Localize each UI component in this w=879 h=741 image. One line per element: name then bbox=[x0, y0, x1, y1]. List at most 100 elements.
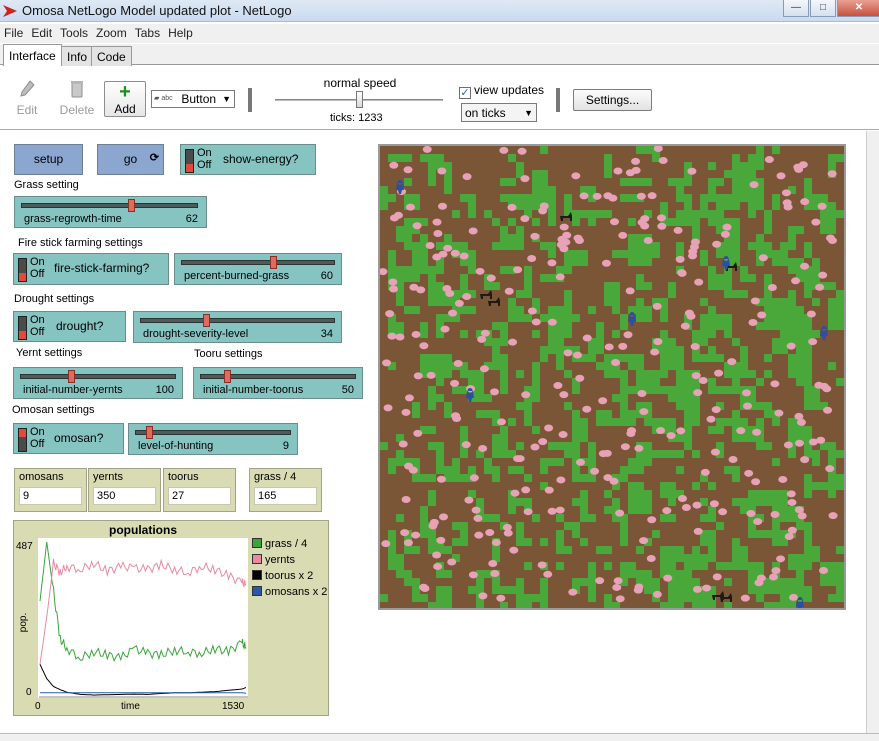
grass-patch bbox=[388, 266, 396, 274]
menu-file[interactable]: File bbox=[0, 24, 27, 40]
grass-patch bbox=[708, 314, 716, 322]
grass-patch bbox=[652, 250, 660, 258]
grass-patch bbox=[780, 594, 788, 602]
grass-patch bbox=[740, 418, 748, 426]
yernt-agent bbox=[575, 374, 585, 382]
grass-patch bbox=[740, 370, 748, 378]
tab-interface[interactable]: Interface bbox=[3, 44, 62, 66]
percent-burned-slider[interactable]: percent-burned-grass 60 bbox=[174, 253, 342, 285]
slider-thumb[interactable] bbox=[127, 199, 135, 212]
grass-patch bbox=[668, 482, 676, 490]
grass-settings-label: Grass setting bbox=[14, 179, 79, 191]
tab-info[interactable]: Info bbox=[61, 46, 94, 66]
vertical-scrollbar[interactable] bbox=[866, 131, 879, 733]
grass-patch bbox=[604, 410, 612, 418]
grass-patch bbox=[468, 586, 476, 594]
go-button[interactable]: go ⟳ bbox=[97, 144, 164, 175]
legend-swatch bbox=[252, 570, 262, 580]
grass-patch bbox=[804, 186, 812, 194]
grass-patch bbox=[836, 474, 844, 482]
legend-item: toorus x 2 bbox=[252, 570, 327, 586]
initial-yernts-slider[interactable]: initial-number-yernts 100 bbox=[13, 367, 183, 399]
menu-help[interactable]: Help bbox=[164, 24, 197, 40]
drought-switch[interactable]: On Off drought? bbox=[13, 311, 126, 342]
yernt-agent bbox=[447, 558, 457, 566]
initial-toorus-slider[interactable]: initial-number-toorus 50 bbox=[193, 367, 363, 399]
slider-thumb[interactable] bbox=[68, 370, 76, 383]
yernt-agent bbox=[601, 259, 611, 267]
grass-patch bbox=[668, 546, 676, 554]
yernt-agent bbox=[800, 262, 810, 270]
slider-thumb[interactable] bbox=[203, 314, 211, 327]
menu-tools[interactable]: Tools bbox=[56, 24, 92, 40]
grass-patch bbox=[780, 346, 788, 354]
drought-severity-slider[interactable]: drought-severity-level 34 bbox=[133, 311, 342, 343]
yernt-agent bbox=[819, 567, 829, 575]
add-button[interactable]: + Add bbox=[104, 81, 146, 117]
grass-patch bbox=[788, 370, 796, 378]
grass-patch bbox=[708, 546, 716, 554]
menu-edit[interactable]: Edit bbox=[27, 24, 56, 40]
show-energy-switch[interactable]: On Off show-energy? bbox=[180, 144, 316, 175]
menu-zoom[interactable]: Zoom bbox=[92, 24, 131, 40]
edit-button[interactable]: Edit bbox=[12, 80, 42, 117]
close-button[interactable]: ✕ bbox=[837, 0, 879, 17]
yernt-agent bbox=[436, 475, 446, 483]
slider-thumb[interactable] bbox=[270, 256, 278, 269]
yernt-agent bbox=[613, 577, 623, 585]
grass-patch bbox=[644, 506, 652, 514]
grass-patch bbox=[620, 314, 628, 322]
grass-patch bbox=[676, 402, 684, 410]
grass-patch bbox=[420, 330, 428, 338]
grass-patch bbox=[452, 242, 460, 250]
fire-stick-farming-switch[interactable]: On Off fire-stick-farming? bbox=[13, 253, 169, 285]
y-min-label: 0 bbox=[26, 687, 32, 698]
grass-patch bbox=[716, 522, 724, 530]
grass-patch bbox=[772, 322, 780, 330]
world-canvas[interactable] bbox=[380, 146, 844, 608]
grass-patch bbox=[396, 274, 404, 282]
menu-tabs[interactable]: Tabs bbox=[131, 24, 164, 40]
yernt-agent bbox=[789, 593, 799, 601]
speed-slider-thumb[interactable] bbox=[356, 91, 363, 108]
grass-patch bbox=[828, 322, 836, 330]
grass-patch bbox=[460, 450, 468, 458]
slider-thumb[interactable] bbox=[146, 426, 154, 439]
omosan-switch[interactable]: On Off omosan? bbox=[13, 423, 124, 454]
grass-patch bbox=[700, 330, 708, 338]
grass-patch bbox=[724, 202, 732, 210]
grass-patch bbox=[428, 290, 436, 298]
grass-patch bbox=[388, 258, 396, 266]
widget-type-dropdown[interactable]: ▰ abc Button ▼ bbox=[151, 90, 235, 108]
grass-patch bbox=[476, 578, 484, 586]
maximize-button[interactable]: □ bbox=[810, 0, 836, 17]
setup-button[interactable]: setup bbox=[14, 144, 83, 175]
grass-regrowth-slider[interactable]: grass-regrowth-time 62 bbox=[14, 196, 207, 228]
grass-patch bbox=[468, 378, 476, 386]
level-of-hunting-slider[interactable]: level-of-hunting 9 bbox=[128, 423, 298, 455]
yernt-agent bbox=[520, 175, 530, 183]
minimize-button[interactable]: — bbox=[783, 0, 809, 17]
grass-patch bbox=[444, 546, 452, 554]
view-updates-checkbox[interactable]: ✓ view updates bbox=[459, 83, 544, 99]
update-mode-dropdown[interactable]: on ticks ▼ bbox=[461, 103, 537, 122]
grass-patch bbox=[788, 562, 796, 570]
grass-patch bbox=[756, 586, 764, 594]
yernt-agent bbox=[490, 388, 500, 396]
grass-patch bbox=[436, 354, 444, 362]
grass-patch bbox=[668, 338, 676, 346]
slider-thumb[interactable] bbox=[223, 370, 231, 383]
yernt-agent bbox=[693, 389, 703, 397]
grass-patch bbox=[756, 154, 764, 162]
tab-code[interactable]: Code bbox=[91, 46, 132, 66]
delete-button[interactable]: Delete bbox=[58, 80, 96, 117]
grass-patch bbox=[604, 562, 612, 570]
grass-patch bbox=[788, 362, 796, 370]
grass-patch bbox=[476, 602, 484, 608]
yernt-agent bbox=[611, 358, 621, 366]
grass-patch bbox=[428, 602, 436, 608]
grass-patch bbox=[396, 514, 404, 522]
world-view[interactable] bbox=[378, 144, 846, 610]
toolbar-separator bbox=[248, 88, 252, 112]
settings-button[interactable]: Settings... bbox=[573, 89, 652, 111]
